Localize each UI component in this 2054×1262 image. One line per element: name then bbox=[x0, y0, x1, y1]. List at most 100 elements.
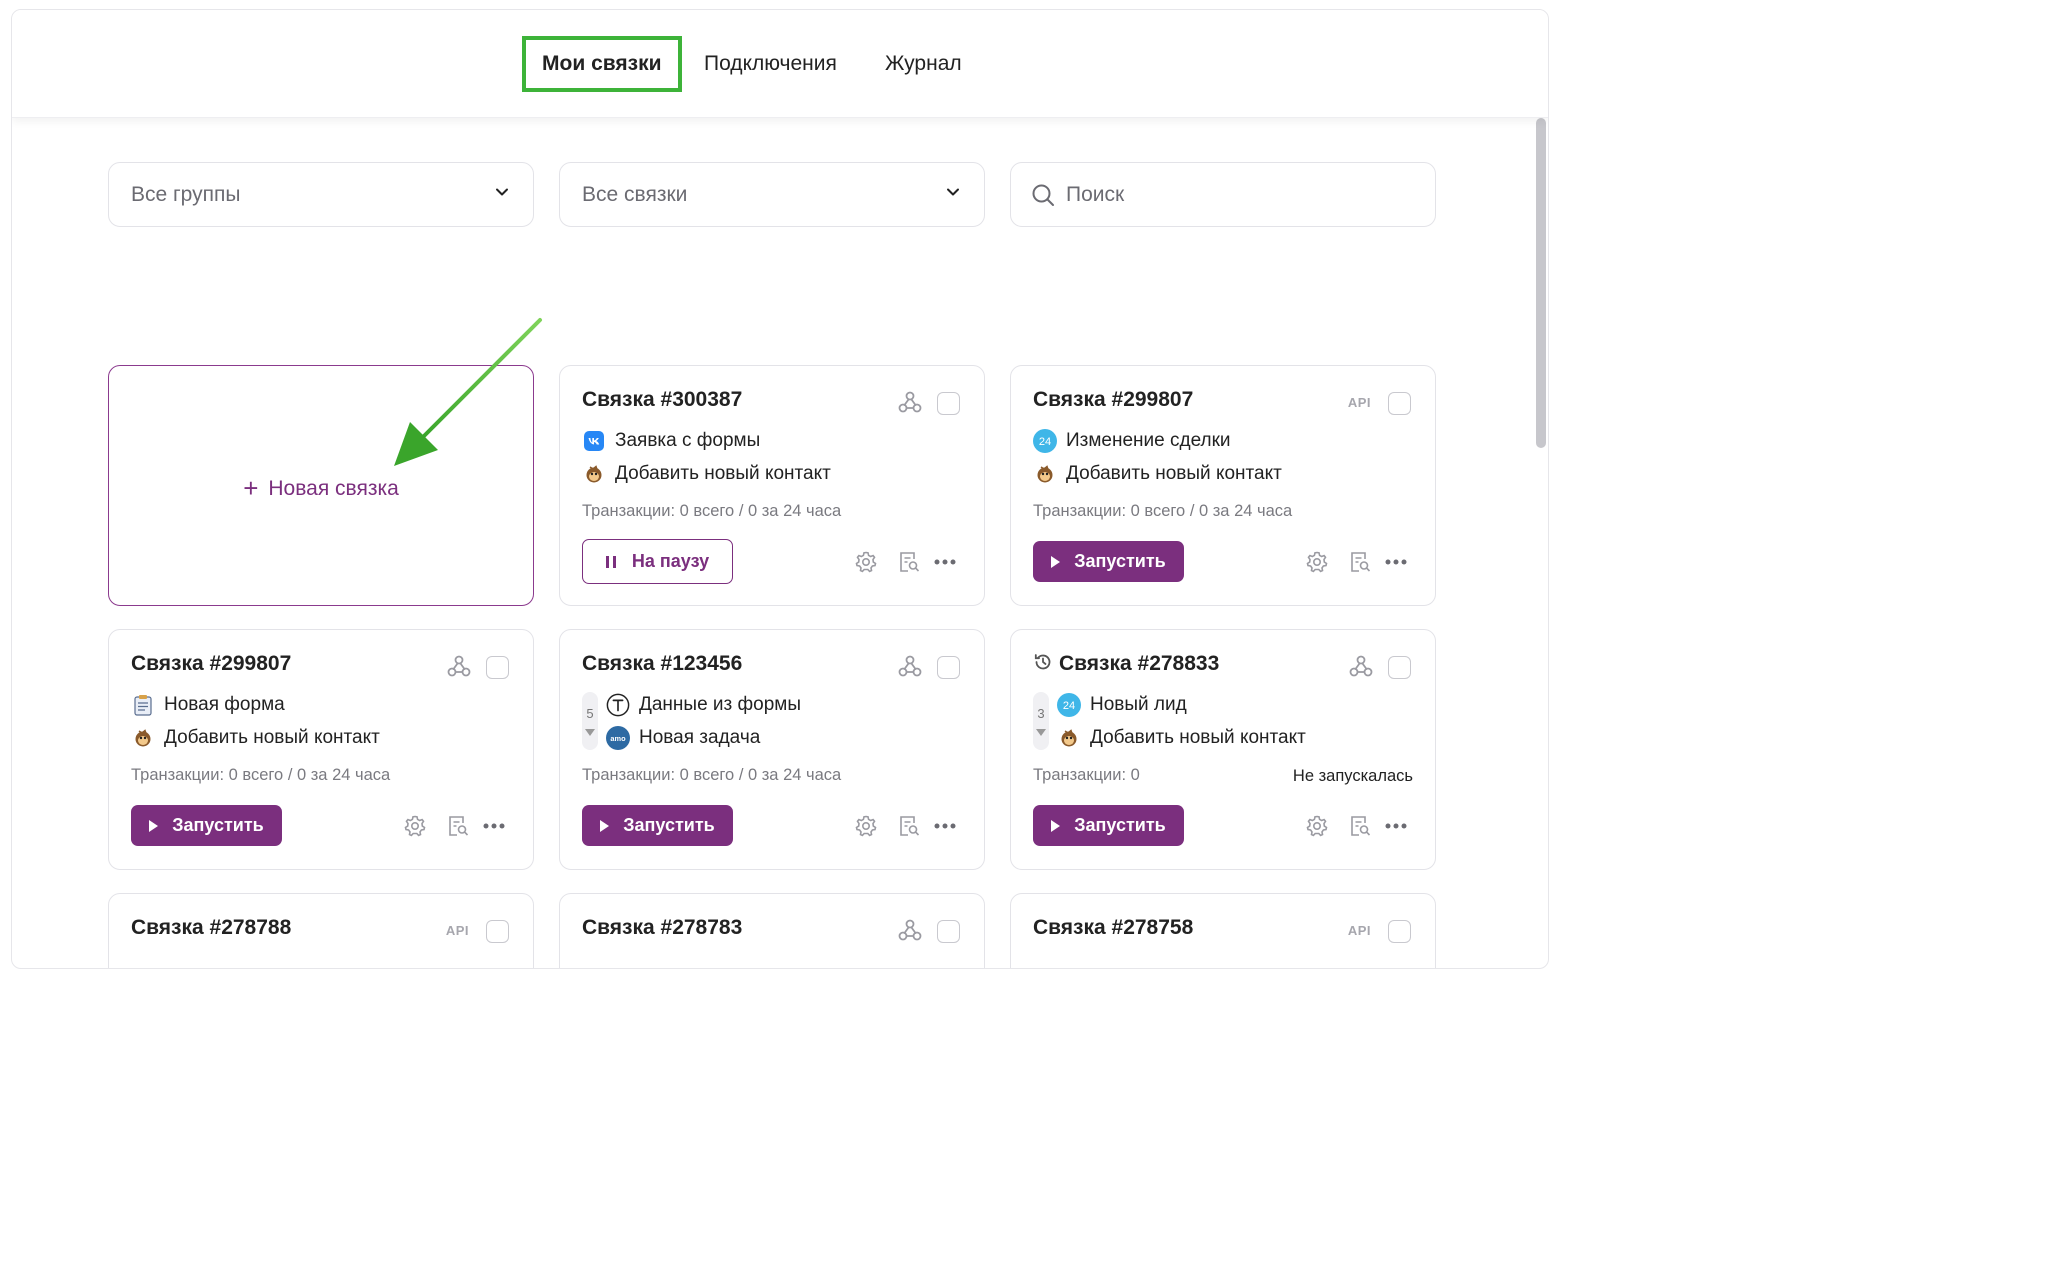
card-title: Связка #278833 bbox=[1033, 652, 1219, 676]
select-checkbox[interactable] bbox=[937, 392, 960, 415]
triangle-down-icon bbox=[1036, 729, 1046, 736]
new-link-card[interactable]: + Новая связка bbox=[108, 365, 534, 606]
plus-icon: + bbox=[243, 473, 259, 503]
run-label: Запустить bbox=[1074, 551, 1166, 571]
tab-my-links[interactable]: Мои связки bbox=[522, 36, 682, 92]
gear-icon[interactable] bbox=[403, 814, 427, 838]
svg-text:24: 24 bbox=[1063, 700, 1075, 712]
play-icon bbox=[1051, 555, 1061, 568]
triangle-down-icon bbox=[585, 729, 595, 736]
tab-journal[interactable]: Журнал bbox=[885, 36, 962, 92]
link-card: Связка #278758 API bbox=[1010, 893, 1436, 968]
gear-icon[interactable] bbox=[1305, 550, 1329, 574]
link-card: Связка #123456 5 Данные из формы amo Нов… bbox=[559, 629, 985, 870]
run-button[interactable]: Запустить bbox=[131, 805, 282, 846]
trigger-step: Заявка с формы bbox=[582, 428, 760, 454]
pause-label: На паузу bbox=[631, 551, 710, 571]
app-window: Мои связки Подключения Журнал Все группы… bbox=[11, 9, 1549, 969]
clipboard-icon bbox=[131, 693, 155, 717]
steps-count: 5 bbox=[586, 706, 594, 721]
transactions-text: Транзакции: 0 всего / 0 за 24 часа bbox=[1033, 502, 1293, 520]
transactions-text: Транзакции: 0 всего / 0 за 24 часа bbox=[131, 766, 391, 784]
trigger-step: 24 Новый лид bbox=[1057, 692, 1187, 718]
link-card: Связка #299807 API 24 Изменение сделки Д… bbox=[1010, 365, 1436, 606]
action-step: amo Новая задача bbox=[606, 725, 760, 751]
more-icon[interactable] bbox=[934, 559, 956, 565]
text-form-icon bbox=[606, 693, 630, 717]
svg-text:amo: amo bbox=[610, 734, 626, 743]
links-select[interactable]: Все связки bbox=[559, 162, 985, 227]
gear-icon[interactable] bbox=[854, 814, 878, 838]
action-label: Добавить новый контакт bbox=[1090, 727, 1306, 748]
card-title: Связка #278783 bbox=[582, 916, 743, 939]
gear-icon[interactable] bbox=[1305, 814, 1329, 838]
history-icon bbox=[1034, 654, 1051, 670]
play-icon bbox=[600, 819, 610, 832]
vk-icon bbox=[582, 429, 606, 453]
link-card: Связка #278788 API bbox=[108, 893, 534, 968]
svg-text:24: 24 bbox=[1039, 436, 1051, 448]
amocrm-icon: amo bbox=[606, 726, 630, 750]
gear-icon[interactable] bbox=[854, 550, 878, 574]
log-search-icon[interactable] bbox=[446, 814, 470, 838]
trigger-step: 24 Изменение сделки bbox=[1033, 428, 1231, 454]
select-checkbox[interactable] bbox=[937, 920, 960, 943]
run-button[interactable]: Запустить bbox=[1033, 805, 1184, 846]
action-label: Добавить новый контакт bbox=[615, 463, 831, 484]
trigger-label: Новая форма bbox=[164, 694, 285, 715]
select-checkbox[interactable] bbox=[486, 920, 509, 943]
monkey-icon bbox=[582, 462, 606, 486]
bitrix24-icon: 24 bbox=[1033, 429, 1057, 453]
action-step: Добавить новый контакт bbox=[582, 461, 831, 487]
steps-counter[interactable]: 5 bbox=[582, 692, 598, 750]
run-label: Запустить bbox=[623, 815, 715, 835]
more-icon[interactable] bbox=[1385, 823, 1407, 829]
card-title: Связка #299807 bbox=[131, 652, 292, 675]
action-step: Добавить новый контакт bbox=[1057, 725, 1306, 751]
webhook-icon bbox=[898, 919, 922, 941]
top-navigation: Мои связки Подключения Журнал bbox=[12, 10, 1548, 118]
select-checkbox[interactable] bbox=[486, 656, 509, 679]
link-card: Связка #299807 Новая форма Добавить новы… bbox=[108, 629, 534, 870]
select-checkbox[interactable] bbox=[1388, 392, 1411, 415]
new-link-button[interactable]: + Новая связка bbox=[109, 473, 533, 504]
run-button[interactable]: Запустить bbox=[1033, 541, 1184, 582]
action-step: Добавить новый контакт bbox=[131, 725, 380, 751]
link-card: Связка #278833 3 24 Новый лид Добавить н… bbox=[1010, 629, 1436, 870]
action-label: Новая задача bbox=[639, 727, 761, 748]
groups-select-value: Все группы bbox=[131, 183, 241, 206]
select-checkbox[interactable] bbox=[1388, 920, 1411, 943]
scrollbar-thumb[interactable] bbox=[1536, 118, 1546, 448]
log-search-icon[interactable] bbox=[1348, 814, 1372, 838]
action-label: Добавить новый контакт bbox=[1066, 463, 1282, 484]
search-input[interactable]: Поиск bbox=[1010, 162, 1436, 227]
more-icon[interactable] bbox=[934, 823, 956, 829]
card-title: Связка #278758 bbox=[1033, 916, 1194, 939]
transactions-text: Транзакции: 0 всего / 0 за 24 часа bbox=[582, 502, 842, 520]
webhook-icon bbox=[447, 655, 471, 677]
search-icon bbox=[1032, 184, 1054, 206]
link-card: Связка #278783 bbox=[559, 893, 985, 968]
search-placeholder: Поиск bbox=[1066, 183, 1125, 206]
trigger-label: Заявка с формы bbox=[615, 430, 761, 451]
trigger-step: Новая форма bbox=[131, 692, 285, 718]
bitrix24-icon: 24 bbox=[1057, 693, 1081, 717]
select-checkbox[interactable] bbox=[937, 656, 960, 679]
api-badge: API bbox=[445, 923, 469, 938]
log-search-icon[interactable] bbox=[1348, 550, 1372, 574]
steps-counter[interactable]: 3 bbox=[1033, 692, 1049, 750]
groups-select[interactable]: Все группы bbox=[108, 162, 534, 227]
more-icon[interactable] bbox=[1385, 559, 1407, 565]
steps-count: 3 bbox=[1037, 706, 1045, 721]
webhook-icon bbox=[898, 655, 922, 677]
play-icon bbox=[1051, 819, 1061, 832]
pause-button[interactable]: На паузу bbox=[582, 539, 733, 584]
more-icon[interactable] bbox=[483, 823, 505, 829]
tab-connections[interactable]: Подключения bbox=[704, 36, 837, 92]
run-label: Запустить bbox=[172, 815, 264, 835]
run-button[interactable]: Запустить bbox=[582, 805, 733, 846]
action-label: Добавить новый контакт bbox=[164, 727, 380, 748]
log-search-icon[interactable] bbox=[897, 814, 921, 838]
select-checkbox[interactable] bbox=[1388, 656, 1411, 679]
log-search-icon[interactable] bbox=[897, 550, 921, 574]
